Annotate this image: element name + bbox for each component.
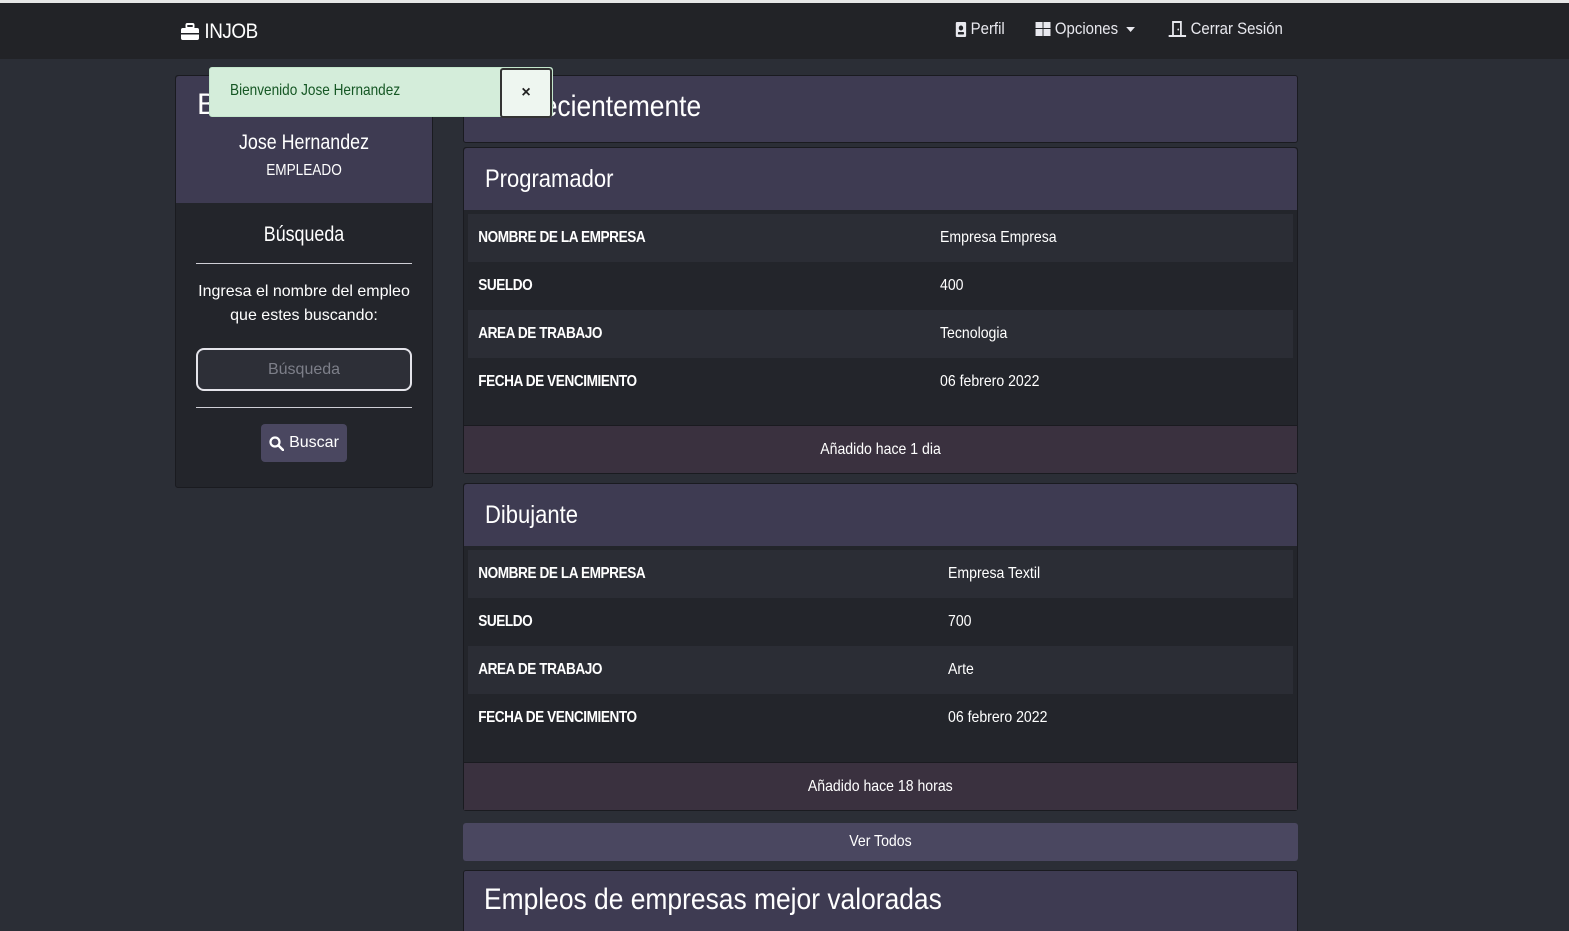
close-button[interactable]: × — [500, 68, 552, 118]
table-row: AREA DE TRABAJO Tecnologia — [468, 310, 1293, 358]
table-row: SUELDO 400 — [468, 262, 1293, 310]
field-label: SUELDO — [478, 277, 533, 294]
nav-cerrar-sesion-label: Cerrar Sesión — [1190, 19, 1283, 38]
sidebar: B Jose Hernandez EMPLEADO Búsqueda Ingre… — [175, 75, 433, 488]
table-row: NOMBRE DE LA EMPRESA Empresa Empresa — [468, 214, 1293, 262]
field-label: SUELDO — [478, 613, 533, 630]
table-row: FECHA DE VENCIMIENTO 06 febrero 2022 — [468, 358, 1293, 406]
divider — [196, 407, 412, 408]
field-value: 400 — [940, 277, 964, 294]
door-exit-icon — [1168, 21, 1187, 37]
table-row: SUELDO 700 — [468, 598, 1293, 646]
job-details-table: NOMBRE DE LA EMPRESA Empresa Textil SUEL… — [468, 550, 1293, 742]
nav-perfil[interactable]: Perfil — [955, 19, 1004, 39]
id-card-icon — [955, 21, 966, 37]
table-row: AREA DE TRABAJO Arte — [468, 646, 1293, 694]
nav-opciones-label: Opciones — [1055, 19, 1119, 38]
search-button[interactable]: Buscar — [261, 424, 347, 462]
section-title: Empleos de empresas mejor valoradas — [484, 883, 942, 916]
field-value: Arte — [948, 661, 974, 678]
table-row: NOMBRE DE LA EMPRESA Empresa Textil — [468, 550, 1293, 598]
field-label: AREA DE TRABAJO — [478, 661, 603, 678]
field-value: 06 febrero 2022 — [940, 373, 1040, 390]
field-value: 06 febrero 2022 — [948, 709, 1048, 726]
job-title: Dibujante — [464, 484, 1297, 546]
briefcase-icon — [181, 23, 199, 40]
job-added-time: Añadido hace 18 horas — [464, 762, 1297, 810]
user-role: EMPLEADO — [266, 162, 342, 179]
divider — [196, 263, 412, 264]
top-rated-jobs-header: Empleos de empresas mejor valoradas — [463, 870, 1298, 931]
search-title: Búsqueda — [263, 223, 345, 246]
welcome-alert: Bienvenido Jose Hernandez × — [209, 67, 553, 118]
field-label: NOMBRE DE LA EMPRESA — [478, 565, 646, 582]
brand-logo[interactable]: INJOB — [181, 19, 258, 45]
job-card: Dibujante NOMBRE DE LA EMPRESA Empresa T… — [463, 483, 1298, 811]
nav-cerrar-sesion[interactable]: Cerrar Sesión — [1168, 19, 1283, 39]
search-icon — [269, 435, 285, 451]
search-description: Ingresa el nombre del empleo que estes b… — [198, 283, 410, 324]
field-label: FECHA DE VENCIMIENTO — [478, 709, 637, 726]
brand-name: INJOB — [204, 20, 258, 43]
field-label: FECHA DE VENCIMIENTO — [478, 373, 637, 390]
job-added-time: Añadido hace 1 dia — [464, 425, 1297, 473]
job-card: Programador NOMBRE DE LA EMPRESA Empresa… — [463, 147, 1298, 474]
table-row: FECHA DE VENCIMIENTO 06 febrero 2022 — [468, 694, 1293, 742]
nav-perfil-label: Perfil — [970, 19, 1005, 38]
field-value: 700 — [948, 613, 972, 630]
field-value: Empresa Empresa — [940, 229, 1057, 246]
search-input[interactable] — [196, 348, 412, 391]
field-value: Tecnologia — [940, 325, 1008, 342]
user-name: Jose Hernandez — [239, 131, 369, 154]
view-all-button[interactable]: Ver Todos — [463, 823, 1298, 861]
close-icon: × — [521, 84, 531, 101]
navbar: INJOB Perfil Opciones Cerrar Sesión — [0, 3, 1569, 59]
job-title: Programador — [464, 148, 1297, 210]
alert-message: Bienvenido Jose Hernandez — [230, 82, 401, 99]
job-details-table: NOMBRE DE LA EMPRESA Empresa Empresa SUE… — [468, 214, 1293, 406]
search-button-label: Buscar — [289, 434, 339, 451]
field-label: AREA DE TRABAJO — [478, 325, 603, 342]
nav-opciones-dropdown[interactable]: Opciones — [1035, 19, 1136, 39]
grid-icon — [1035, 22, 1051, 36]
field-value: Empresa Textil — [948, 565, 1041, 582]
chevron-down-icon — [1126, 26, 1136, 32]
field-label: NOMBRE DE LA EMPRESA — [478, 229, 646, 246]
recent-jobs-header: dos recientemente — [463, 75, 1298, 143]
nav-menu: Perfil Opciones Cerrar Sesión — [949, 19, 1283, 39]
